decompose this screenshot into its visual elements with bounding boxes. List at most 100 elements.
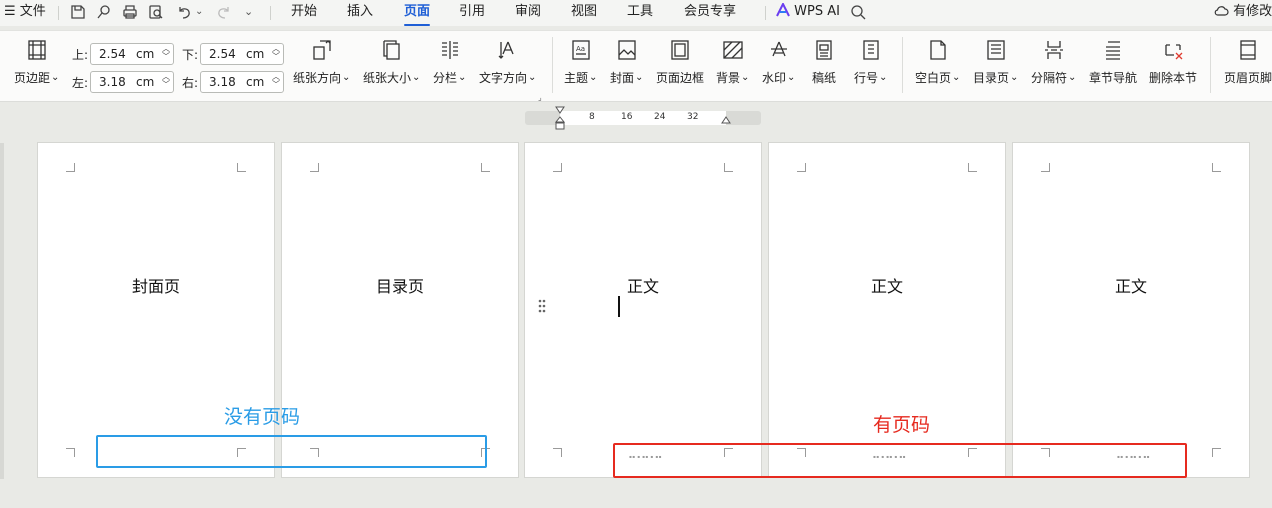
corner-mark (968, 163, 977, 172)
margins-label: 页边距 (14, 69, 59, 86)
divider (552, 37, 553, 93)
toc-page-icon (985, 39, 1007, 61)
blank-page-label: 空白页 (915, 69, 960, 86)
tab-tools[interactable]: 工具 (627, 0, 653, 26)
annotation-has-page-number: 有页码 (873, 414, 931, 436)
corner-mark (237, 163, 246, 172)
blank-page-icon (927, 39, 949, 61)
page-title: 封面页 (131, 277, 180, 296)
theme-label: 主题 (564, 69, 597, 86)
ruler-tick: 24 (654, 112, 666, 122)
corner-mark (553, 448, 562, 457)
undo-dropdown-icon[interactable]: ⌄ (195, 0, 203, 26)
margin-left-spinner[interactable]: ︿ ﹀ (162, 73, 170, 89)
margin-right-spinner[interactable]: ︿ ﹀ (272, 73, 280, 89)
corner-mark (1041, 163, 1050, 172)
corner-mark (1212, 448, 1221, 457)
ruler-tick: 32 (687, 112, 699, 122)
margins-button[interactable]: 页边距 (14, 39, 59, 86)
background-button[interactable]: 背景 (716, 39, 749, 86)
margin-bottom-value[interactable]: 2.54 (209, 47, 236, 61)
paper-size-button[interactable]: 纸张大小 (363, 39, 420, 86)
page-setup-dialog-icon[interactable]: ⌟ (538, 93, 542, 102)
background-icon (722, 39, 744, 61)
delete-section-button[interactable]: 删除本节 (1149, 39, 1197, 86)
line-number-label: 行号 (854, 69, 887, 86)
svg-text:Aa: Aa (576, 45, 585, 53)
corner-mark (310, 163, 319, 172)
break-button[interactable]: 分隔符 (1031, 39, 1076, 86)
tab-member[interactable]: 会员专享 (684, 0, 736, 26)
margin-top-unit: cm (136, 47, 155, 61)
indent-marker-icon[interactable] (554, 106, 566, 130)
tab-start[interactable]: 开始 (291, 0, 317, 26)
margin-left-value[interactable]: 3.18 (99, 75, 126, 89)
blank-page-button[interactable]: 空白页 (915, 39, 960, 86)
search-icon[interactable] (850, 4, 866, 20)
annotation-blue-box (96, 435, 487, 468)
text-direction-button[interactable]: 文字方向 (479, 39, 536, 86)
right-indent-marker-icon[interactable] (720, 116, 732, 126)
page-toc[interactable]: 目录页 (282, 143, 518, 477)
horizontal-ruler[interactable]: 8 16 24 32 (525, 106, 761, 130)
tab-references[interactable]: 引用 (459, 0, 485, 26)
header-footer-button[interactable]: 页眉页脚 (1224, 39, 1272, 86)
margin-bottom-unit: cm (246, 47, 265, 61)
more-commands-icon[interactable]: ⌄ (244, 0, 253, 26)
orientation-label: 纸张方向 (293, 69, 350, 86)
page-body-1[interactable]: 正文 ▪▪ ▪ ▪▪ ▪ ▪▪ (525, 143, 761, 477)
save-icon[interactable] (70, 4, 86, 20)
corner-mark (797, 163, 806, 172)
text-direction-icon (497, 39, 519, 61)
ruler-tick: 8 (589, 112, 595, 122)
theme-icon: Aa (570, 39, 592, 61)
line-number-button[interactable]: 行号 (854, 39, 887, 86)
tab-review[interactable]: 审阅 (515, 0, 541, 26)
divider (902, 37, 903, 93)
margin-top-value[interactable]: 2.54 (99, 47, 126, 61)
corner-mark (66, 448, 75, 457)
break-label: 分隔符 (1031, 69, 1076, 86)
margin-top-spinner[interactable]: ︿ ﹀ (162, 45, 170, 61)
watermark-button[interactable]: 水印 (762, 39, 795, 86)
wps-ai-button[interactable]: WPS AI (776, 0, 840, 26)
orientation-button[interactable]: 纸张方向 (293, 39, 350, 86)
divider (1210, 37, 1211, 93)
tab-insert[interactable]: 插入 (347, 0, 373, 26)
manuscript-button[interactable]: 稿纸 (812, 39, 836, 86)
margin-left-label: 左: (72, 76, 89, 90)
tab-view[interactable]: 视图 (571, 0, 597, 26)
paper-size-icon (381, 39, 403, 61)
toc-page-button[interactable]: 目录页 (973, 39, 1018, 86)
drag-handle-icon[interactable] (537, 298, 547, 314)
divider (270, 6, 271, 20)
modified-label: 有修改 (1233, 4, 1272, 19)
wps-ai-label: WPS AI (794, 4, 840, 19)
section-nav-button[interactable]: 章节导航 (1089, 39, 1137, 86)
watermark-label: 水印 (762, 69, 795, 86)
format-painter-icon[interactable] (96, 4, 112, 20)
print-icon[interactable] (122, 4, 138, 20)
modified-status[interactable]: 有修改 (1214, 0, 1272, 26)
page-border-button[interactable]: 页面边框 (656, 39, 704, 86)
tab-page[interactable]: 页面 (404, 0, 431, 26)
file-menu[interactable]: ☰ 文件 (4, 0, 46, 26)
undo-icon[interactable] (176, 4, 192, 20)
corner-mark (66, 163, 75, 172)
margin-top-label: 上: (72, 48, 89, 62)
redo-icon[interactable] (216, 4, 232, 20)
margin-bottom-spinner[interactable]: ︿ ﹀ (272, 45, 280, 61)
theme-button[interactable]: Aa 主题 (564, 39, 597, 86)
page-body-3[interactable]: 正文 ▪▪ ▪ ▪▪ ▪ ▪▪ (1013, 143, 1249, 477)
columns-label: 分栏 (433, 69, 466, 86)
columns-button[interactable]: 分栏 (433, 39, 466, 86)
manuscript-icon (813, 39, 835, 61)
margin-right-label: 右: (182, 76, 199, 90)
cover-button[interactable]: 封面 (610, 39, 643, 86)
manuscript-label: 稿纸 (812, 71, 837, 85)
page-title: 正文 (870, 277, 903, 296)
print-preview-icon[interactable] (148, 4, 164, 20)
ribbon-toolbar: 页边距 上: 2.54cm︿﹀ 下: 2.54cm︿﹀ 左: 3.18cm︿﹀ … (0, 30, 1272, 102)
margin-right-value[interactable]: 3.18 (209, 75, 236, 89)
toc-page-label: 目录页 (973, 69, 1018, 86)
